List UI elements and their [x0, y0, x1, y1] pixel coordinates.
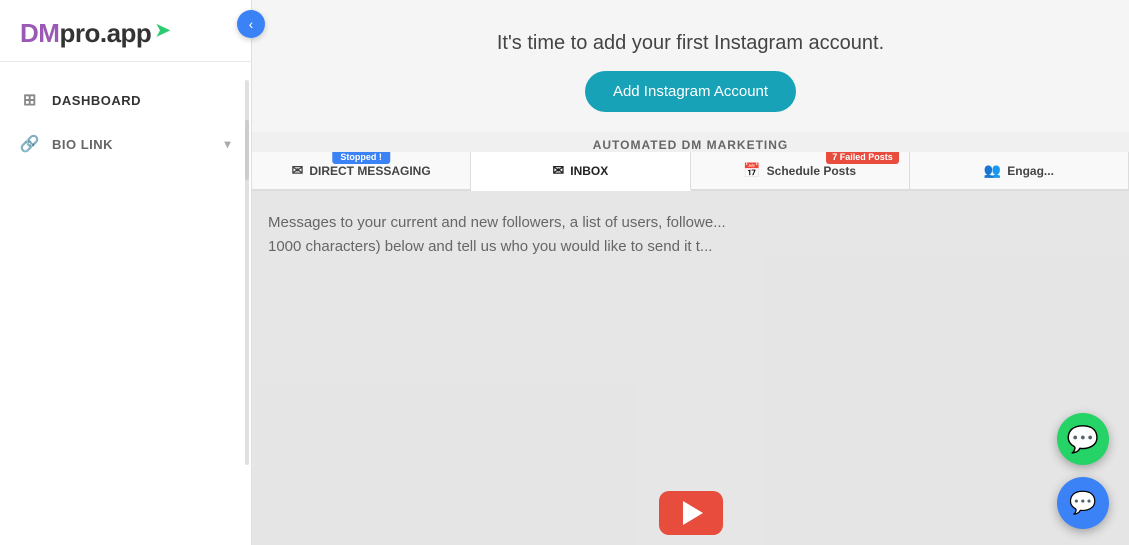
logo-dot: .: [100, 18, 107, 48]
logo-dm: DM: [20, 18, 59, 48]
engage-icon: 👥: [984, 162, 1001, 179]
sidebar-navigation: ⊞ DASHBOARD 🔗 BIO LINK ▾: [0, 62, 251, 545]
logo-area: DMpro.app➤: [0, 0, 251, 62]
content-line-1: Messages to your current and new followe…: [268, 211, 1113, 235]
logo-pro: pro: [59, 18, 99, 48]
whatsapp-icon: 💬: [1067, 424, 1099, 455]
bio-link-chevron-icon: ▾: [224, 137, 231, 151]
sidebar: ‹ DMpro.app➤ ⊞ DASHBOARD 🔗 BIO LINK ▾: [0, 0, 252, 545]
sidebar-collapse-button[interactable]: ‹: [237, 10, 265, 38]
onboarding-headline: It's time to add your first Instagram ac…: [497, 32, 884, 55]
tab-engage[interactable]: 👥 Engag...: [910, 152, 1129, 189]
schedule-posts-label: Schedule Posts: [767, 164, 856, 178]
failed-posts-badge: 7 Failed Posts: [826, 152, 899, 164]
dashboard-icon: ⊞: [20, 90, 40, 110]
sidebar-scrollbar-thumb: [245, 120, 249, 180]
whatsapp-fab[interactable]: 💬: [1057, 413, 1109, 465]
logo-app: app: [107, 18, 152, 48]
play-triangle-icon: [683, 501, 703, 525]
sidebar-item-dashboard[interactable]: ⊞ DASHBOARD: [0, 78, 251, 122]
content-line-2: 1000 characters) below and tell us who y…: [268, 235, 1113, 259]
content-area: Messages to your current and new followe…: [252, 191, 1129, 545]
schedule-posts-icon: 📅: [743, 162, 760, 179]
stopped-badge: Stopped !: [332, 152, 390, 164]
main-content: It's time to add your first Instagram ac…: [252, 0, 1129, 545]
dashboard-label: DASHBOARD: [52, 93, 231, 108]
inbox-icon: ✉: [553, 162, 565, 179]
tab-direct-messaging[interactable]: Stopped ! ✉ DIRECT MESSAGING: [252, 152, 471, 189]
bio-link-icon: 🔗: [20, 134, 40, 154]
preview-panel: Stopped ! ✉ DIRECT MESSAGING ✉ INBOX 7 F…: [252, 152, 1129, 545]
inbox-label: INBOX: [570, 164, 608, 178]
chat-fab[interactable]: 💬: [1057, 477, 1109, 529]
sidebar-item-bio-link[interactable]: 🔗 BIO LINK ▾: [0, 122, 251, 166]
tab-schedule-posts[interactable]: 7 Failed Posts 📅 Schedule Posts: [691, 152, 910, 189]
preview-overlay: Stopped ! ✉ DIRECT MESSAGING ✉ INBOX 7 F…: [252, 152, 1129, 545]
direct-messaging-label: DIRECT MESSAGING: [309, 164, 430, 178]
bio-link-label: BIO LINK: [52, 137, 212, 152]
onboarding-section: It's time to add your first Instagram ac…: [252, 0, 1129, 132]
add-instagram-button[interactable]: Add Instagram Account: [585, 71, 796, 112]
engage-label: Engag...: [1007, 164, 1054, 178]
play-button[interactable]: [659, 491, 723, 535]
sidebar-scrollbar: [245, 80, 249, 465]
direct-messaging-icon: ✉: [292, 162, 304, 179]
section-label: AUTOMATED DM MARKETING: [252, 132, 1129, 152]
tab-bar: Stopped ! ✉ DIRECT MESSAGING ✉ INBOX 7 F…: [252, 152, 1129, 191]
chat-icon: 💬: [1069, 490, 1096, 516]
video-play-area: [659, 491, 723, 535]
tab-inbox[interactable]: ✉ INBOX: [471, 152, 690, 191]
logo: DMpro.app➤: [20, 18, 170, 48]
logo-arrow-icon: ➤: [155, 20, 170, 41]
